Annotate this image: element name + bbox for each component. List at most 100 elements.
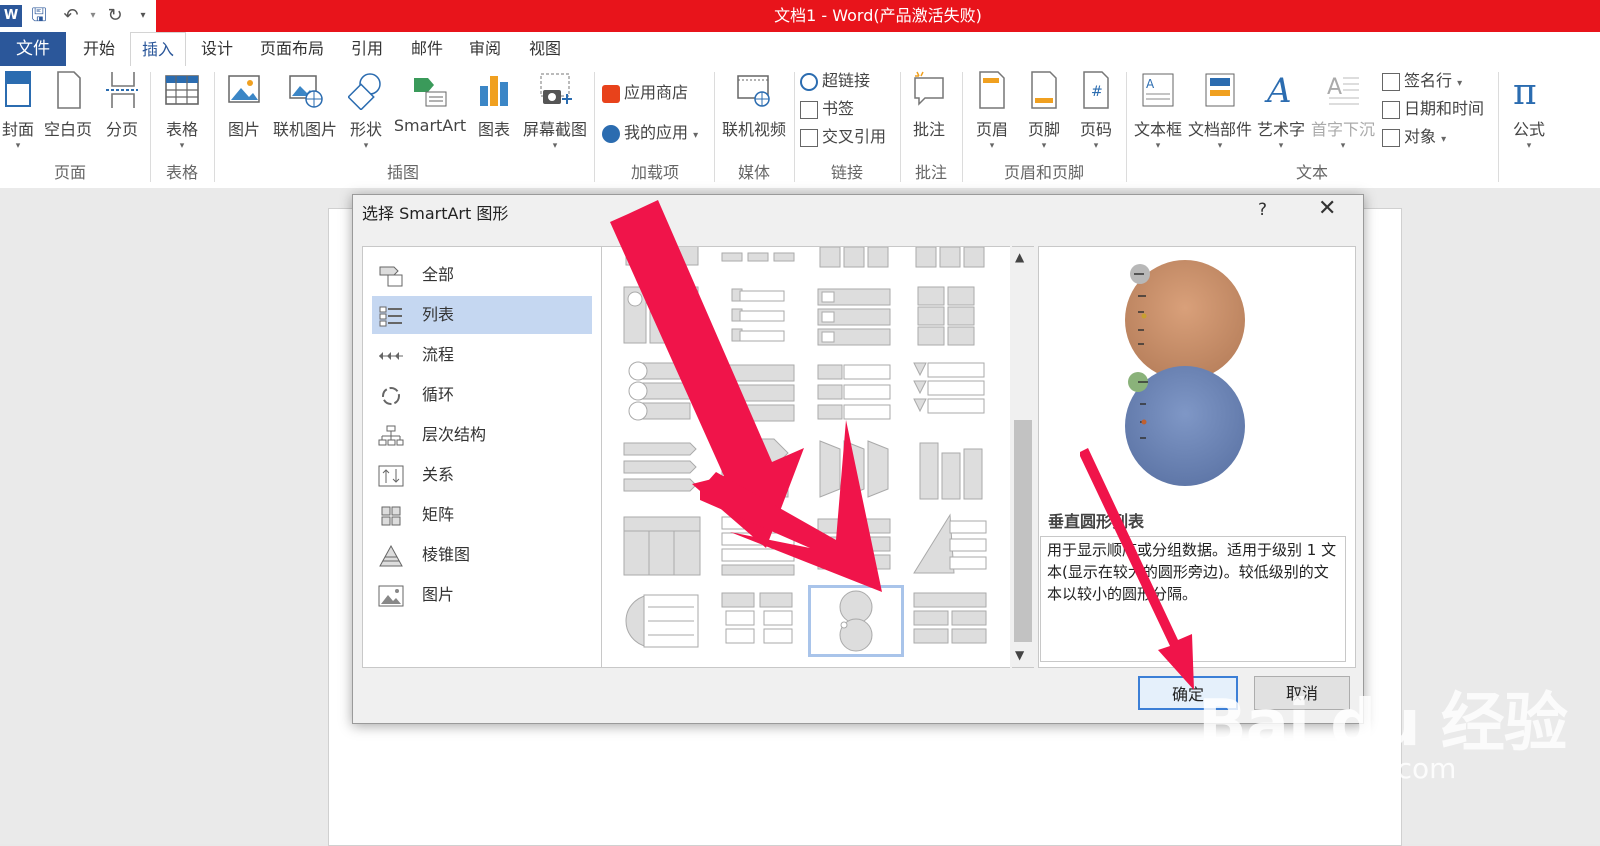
- layout-thumbnail[interactable]: [814, 283, 894, 351]
- svg-text:π: π: [1513, 72, 1537, 110]
- quick-parts-button[interactable]: 文档部件 ▾: [1188, 70, 1252, 152]
- tab-file[interactable]: 文件: [0, 32, 66, 66]
- wordart-button[interactable]: A 艺术字 ▾: [1256, 70, 1306, 152]
- layout-thumbnail[interactable]: [622, 587, 702, 655]
- quick-parts-icon: [1205, 73, 1235, 107]
- close-button[interactable]: ✕: [1318, 196, 1336, 221]
- signature-line-button[interactable]: 签名行 ▾: [1382, 68, 1462, 94]
- scroll-down-icon[interactable]: ▼: [1015, 648, 1024, 662]
- online-picture-button[interactable]: 联机图片: [270, 70, 340, 140]
- category-relationship[interactable]: 关系: [372, 456, 592, 494]
- ribbon-separator: [214, 72, 215, 182]
- tab-insert[interactable]: 插入: [130, 32, 186, 67]
- category-all[interactable]: 全部: [372, 256, 592, 294]
- category-matrix[interactable]: 矩阵: [372, 496, 592, 534]
- layout-thumbnail[interactable]: [718, 511, 798, 579]
- layout-thumbnail[interactable]: [622, 359, 702, 427]
- pi-icon: π: [1513, 72, 1537, 110]
- comment-button[interactable]: 批注: [906, 70, 952, 140]
- header-icon: [979, 71, 1005, 109]
- layout-thumbnail[interactable]: [718, 359, 798, 427]
- hierarchy-icon: [378, 425, 404, 446]
- my-apps-button[interactable]: 我的应用 ▾: [602, 120, 698, 146]
- drop-cap-button[interactable]: A 首字下沉 ▾: [1310, 70, 1376, 152]
- customize-qat-icon[interactable]: ▾: [132, 5, 154, 27]
- object-button[interactable]: 对象 ▾: [1382, 124, 1446, 150]
- picture-button[interactable]: 图片: [222, 70, 266, 140]
- layout-thumbnail[interactable]: [814, 511, 894, 579]
- category-list-item[interactable]: 列表: [372, 296, 592, 334]
- store-icon: [602, 84, 620, 103]
- bookmark-button[interactable]: 书签: [800, 96, 854, 122]
- table-button[interactable]: 表格 ▾: [160, 70, 204, 152]
- layout-thumbnail[interactable]: [910, 359, 990, 427]
- layout-thumbnail[interactable]: [814, 359, 894, 427]
- baidu-watermark-logo: Bai du 经验: [1198, 687, 1568, 761]
- layout-thumbnail[interactable]: [622, 283, 702, 351]
- tab-layout[interactable]: 页面布局: [252, 32, 332, 66]
- tab-references[interactable]: 引用: [340, 32, 394, 66]
- category-pyramid[interactable]: 棱锥图: [372, 536, 592, 574]
- signature-line-icon: [1382, 72, 1400, 91]
- layout-thumbnail[interactable]: [622, 246, 702, 269]
- picture-icon: [228, 75, 260, 103]
- blank-page-button[interactable]: 空白页: [42, 70, 94, 140]
- date-time-button[interactable]: 日期和时间: [1382, 96, 1484, 122]
- tab-view[interactable]: 视图: [518, 32, 572, 66]
- store-button[interactable]: 应用商店: [602, 80, 688, 106]
- tab-mailings[interactable]: 邮件: [400, 32, 454, 66]
- page-break-button[interactable]: 分页: [102, 70, 142, 140]
- layout-thumbnail[interactable]: [910, 435, 990, 503]
- layout-thumbnail[interactable]: [718, 435, 798, 503]
- ribbon-separator: [714, 72, 715, 182]
- screenshot-icon: [540, 73, 572, 104]
- hyperlink-button[interactable]: 超链接: [800, 68, 870, 94]
- screenshot-button[interactable]: 屏幕截图 ▾: [520, 70, 590, 152]
- scroll-up-icon[interactable]: ▲: [1015, 250, 1024, 264]
- shapes-button[interactable]: 形状 ▾: [344, 70, 388, 152]
- layout-thumbnail[interactable]: [910, 246, 990, 269]
- comment-icon: [914, 71, 944, 106]
- layout-thumbnail[interactable]: [718, 587, 798, 655]
- layout-thumbnail[interactable]: [814, 246, 894, 269]
- category-hierarchy[interactable]: 层次结构: [372, 416, 592, 454]
- layout-thumbnail[interactable]: [622, 511, 702, 579]
- drop-cap-icon: A: [1327, 75, 1359, 105]
- equation-button[interactable]: π 公式 ▾: [1506, 70, 1552, 152]
- cover-page-button[interactable]: 封面 ▾: [0, 70, 36, 152]
- undo-icon[interactable]: ↶: [60, 5, 82, 27]
- vertical-circle-list-thumbnail[interactable]: [808, 585, 904, 657]
- word-app-icon[interactable]: W: [0, 5, 22, 27]
- scrollbar-thumb[interactable]: [1014, 420, 1032, 642]
- chart-button[interactable]: 图表: [472, 70, 516, 140]
- layout-thumbnail[interactable]: [814, 435, 894, 503]
- layout-thumbnail[interactable]: [910, 511, 990, 579]
- tab-design[interactable]: 设计: [190, 32, 244, 66]
- online-video-icon: [737, 75, 770, 107]
- undo-dropdown-icon[interactable]: ▾: [82, 5, 104, 27]
- text-box-button[interactable]: A 文本框 ▾: [1132, 70, 1184, 152]
- redo-icon[interactable]: ↻: [104, 5, 126, 27]
- cross-reference-button[interactable]: 交叉引用: [800, 124, 886, 150]
- layout-thumbnail[interactable]: [718, 246, 798, 269]
- category-picture[interactable]: 图片: [372, 576, 592, 614]
- layout-thumbnail[interactable]: [910, 283, 990, 351]
- tab-review[interactable]: 审阅: [458, 32, 512, 66]
- save-icon[interactable]: 🖫: [28, 5, 50, 27]
- tab-home[interactable]: 开始: [72, 32, 126, 66]
- category-process[interactable]: 流程: [372, 336, 592, 374]
- ribbon-separator: [1498, 72, 1499, 182]
- baidu-watermark-url: jingyan.baidu.com: [1198, 752, 1457, 785]
- smartart-button[interactable]: SmartArt: [392, 70, 468, 135]
- help-button[interactable]: ?: [1258, 200, 1267, 220]
- layout-thumbnail[interactable]: [910, 587, 990, 655]
- online-video-button[interactable]: 联机视频: [718, 70, 790, 140]
- header-button[interactable]: 页眉 ▾: [970, 70, 1014, 152]
- smartart-icon: [414, 78, 447, 107]
- dialog-title: 选择 SmartArt 图形: [362, 204, 509, 223]
- layout-thumbnail[interactable]: [718, 283, 798, 351]
- category-cycle[interactable]: 循环: [372, 376, 592, 414]
- layout-thumbnail[interactable]: [622, 435, 702, 503]
- footer-button[interactable]: 页脚 ▾: [1022, 70, 1066, 152]
- page-number-button[interactable]: # 页码 ▾: [1074, 70, 1118, 152]
